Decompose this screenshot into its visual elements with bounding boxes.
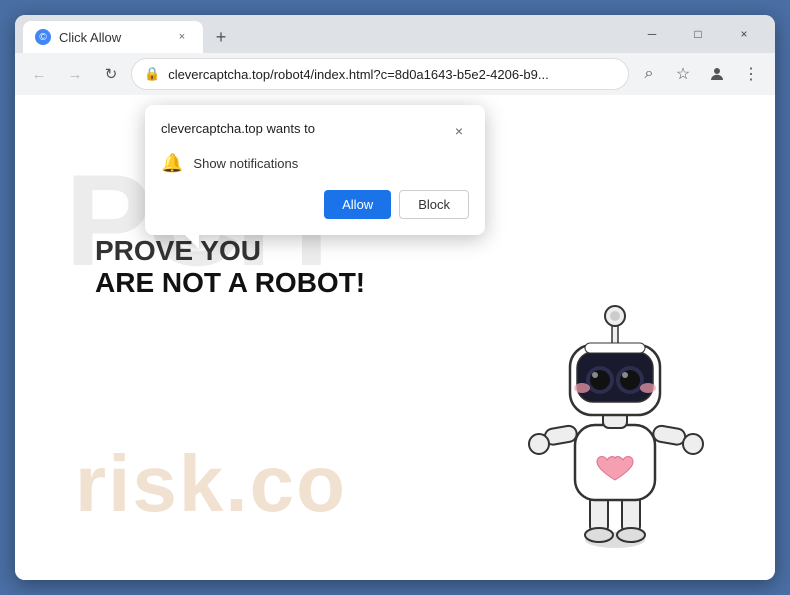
bookmark-icon-btn[interactable]: ☆ (667, 58, 699, 90)
popup-header: clevercaptcha.top wants to × (161, 121, 469, 141)
close-button[interactable]: × (721, 15, 767, 53)
notification-popup: clevercaptcha.top wants to × 🔔 Show noti… (145, 105, 485, 235)
prove-you-text: PROVE YOU (95, 235, 365, 267)
window-controls: ─ □ × (629, 15, 767, 53)
browser-window: © Click Allow × + ─ □ × ← → ↻ 🔒 cleverca… (15, 15, 775, 580)
account-icon-btn[interactable] (701, 58, 733, 90)
minimize-button[interactable]: ─ (629, 15, 675, 53)
maximize-button[interactable]: □ (675, 15, 721, 53)
popup-site-text: clevercaptcha.top wants to (161, 121, 315, 136)
search-icon-btn[interactable]: ⌕ (633, 58, 665, 90)
tab-favicon: © (35, 29, 51, 45)
tab-close-btn[interactable]: × (173, 28, 191, 46)
tabs-area: © Click Allow × + (23, 15, 629, 53)
page-content: PCH risk.co PROVE YOU ARE NOT A ROBOT! (15, 95, 775, 580)
block-button[interactable]: Block (399, 190, 469, 219)
tab-title: Click Allow (59, 30, 165, 45)
title-bar: © Click Allow × + ─ □ × (15, 15, 775, 53)
toolbar-icons: ⌕ ☆ ⋮ (633, 58, 767, 90)
watermark-risk: risk.co (75, 438, 347, 530)
toolbar: ← → ↻ 🔒 clevercaptcha.top/robot4/index.h… (15, 53, 775, 95)
reload-button[interactable]: ↻ (95, 58, 127, 90)
not-robot-text: ARE NOT A ROBOT! (95, 267, 365, 299)
lock-icon: 🔒 (144, 66, 160, 82)
page-text-area: PROVE YOU ARE NOT A ROBOT! (95, 235, 365, 299)
forward-button[interactable]: → (59, 58, 91, 90)
menu-icon-btn[interactable]: ⋮ (735, 58, 767, 90)
active-tab[interactable]: © Click Allow × (23, 21, 203, 53)
bell-icon: 🔔 (161, 153, 183, 174)
speech-bubble-tail (185, 235, 199, 249)
url-text: clevercaptcha.top/robot4/index.html?c=8d… (168, 67, 616, 82)
popup-close-btn[interactable]: × (449, 121, 469, 141)
new-tab-button[interactable]: + (207, 23, 235, 51)
allow-button[interactable]: Allow (324, 190, 391, 219)
address-bar[interactable]: 🔒 clevercaptcha.top/robot4/index.html?c=… (131, 58, 629, 90)
robot-illustration (515, 270, 715, 570)
notification-label-text: Show notifications (193, 156, 298, 171)
popup-buttons: Allow Block (161, 190, 469, 219)
popup-notification-row: 🔔 Show notifications (161, 153, 469, 174)
back-button[interactable]: ← (23, 58, 55, 90)
